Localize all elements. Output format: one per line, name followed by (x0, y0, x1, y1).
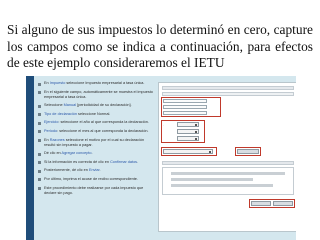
bullet-icon (38, 187, 41, 191)
bullet-icon (38, 152, 41, 156)
step-text: Dé clic en Agregar concepto. (44, 151, 93, 156)
instruction-step: Posteriormente, dé clic en Enviar. (38, 168, 154, 173)
instruction-step: Tipo de declaración seleccione Normal. (38, 112, 154, 117)
instruction-step: En Impuesto seleccione Impuesto empresar… (38, 81, 154, 86)
bullet-icon (38, 169, 41, 173)
step-text: Tipo de declaración seleccione Normal. (44, 112, 110, 117)
instruction-step: Ejercicio: seleccione el año al que corr… (38, 120, 154, 125)
step-text-pre: Por último, imprima el acuse de recibo c… (44, 176, 138, 181)
step-text-post: : seleccione el año al que corresponda l… (58, 120, 149, 125)
bullet-icon (38, 121, 41, 125)
instruction-step: Dé clic en Agregar concepto. (38, 151, 154, 156)
instruction-step: En el siguiente campo, automáticamente s… (38, 90, 154, 100)
instruction-step: Periodo: seleccione el mes al que corres… (38, 129, 154, 134)
callout-box-periodo (161, 120, 205, 143)
step-text: Posteriormente, dé clic en Enviar. (44, 168, 101, 173)
bullet-icon (38, 178, 41, 182)
step-text: Ejercicio: seleccione el año al que corr… (44, 120, 149, 125)
instruction-step: Por último, imprima el acuse de recibo c… (38, 177, 154, 182)
bullet-icon (38, 161, 41, 165)
grid-line (171, 178, 253, 181)
step-text-post: . (137, 159, 139, 164)
step-text-pre: Este procedimiento debe realizarse por c… (44, 185, 144, 195)
step-text-pre: Posteriormente, dé clic en (44, 168, 89, 173)
step-text-highlight: Enviar (88, 168, 100, 173)
form-header-bar (162, 86, 294, 90)
step-text-highlight: Tipo de declaración (44, 111, 77, 116)
bullet-icon (38, 82, 41, 86)
bullet-icon (38, 139, 41, 143)
step-text-post: . (91, 151, 93, 156)
form-subheader-bar (162, 92, 294, 96)
instruction-step: Seleccione Manual [periodicidad de su de… (38, 103, 154, 108)
step-text-highlight: Periodo (44, 128, 58, 133)
instruction-step: En Razones seleccione el motivo por el c… (38, 138, 154, 148)
step-text-pre: En el siguiente campo, automáticamente s… (44, 89, 153, 99)
callout-box-impuesto (161, 97, 221, 117)
results-grid (162, 167, 294, 195)
step-text-highlight: Impuesto (49, 81, 66, 85)
step-text-post: : seleccione el mes al que corresponda l… (57, 128, 149, 133)
step-text: Periodo: seleccione el mes al que corres… (44, 129, 148, 134)
bullet-icon (38, 130, 41, 134)
bullet-icon (38, 91, 41, 95)
step-text-highlight: Agregar concepto (61, 151, 92, 156)
callout-box-razones (161, 147, 217, 156)
instruction-step: Si la información es correcta dé clic en… (38, 160, 154, 165)
bullet-icon (38, 104, 41, 108)
step-text: En Razones seleccione el motivo por el c… (44, 138, 154, 148)
results-header-bar (162, 161, 294, 165)
instruction-slide: En Impuesto seleccione Impuesto empresar… (26, 76, 296, 240)
instruction-step: Este procedimiento debe realizarse por c… (38, 186, 154, 196)
step-text-post: . (99, 168, 101, 173)
step-text: Seleccione Manual [periodicidad de su de… (44, 103, 132, 108)
step-text-post: [periodicidad de su declaración]. (76, 103, 132, 108)
grid-line (171, 172, 285, 175)
step-text-highlight: Ejercicio (44, 120, 59, 125)
step-text-pre: Seleccione (44, 103, 64, 108)
step-text-pre: Dé clic en (44, 151, 62, 156)
step-text-highlight: Razones (49, 137, 65, 142)
step-text: En Impuesto seleccione Impuesto empresar… (44, 81, 144, 86)
step-text: Este procedimiento debe realizarse por c… (44, 186, 154, 196)
sat-form-screenshot: · (158, 82, 296, 232)
instruction-steps: En Impuesto seleccione Impuesto empresar… (38, 81, 154, 239)
step-text-pre: Si la información es correcta dé clic en (44, 159, 111, 164)
bullet-icon (38, 113, 41, 117)
step-text-highlight: Manual (63, 103, 77, 108)
step-text-post: seleccione Impuesto empresarial a tasa ú… (65, 81, 145, 85)
step-text: En el siguiente campo, automáticamente s… (44, 90, 154, 100)
step-text: Si la información es correcta dé clic en… (44, 160, 138, 165)
step-text-highlight: Confirmar datos (110, 159, 138, 164)
grid-line (171, 184, 273, 187)
headline-text: Si alguno de sus impuestos lo determinó … (7, 22, 313, 70)
callout-box-agregar (235, 147, 261, 156)
step-text: Por último, imprima el acuse de recibo c… (44, 177, 138, 182)
callout-box-enviar (249, 199, 295, 208)
step-text-post: seleccione Normal. (77, 111, 111, 116)
